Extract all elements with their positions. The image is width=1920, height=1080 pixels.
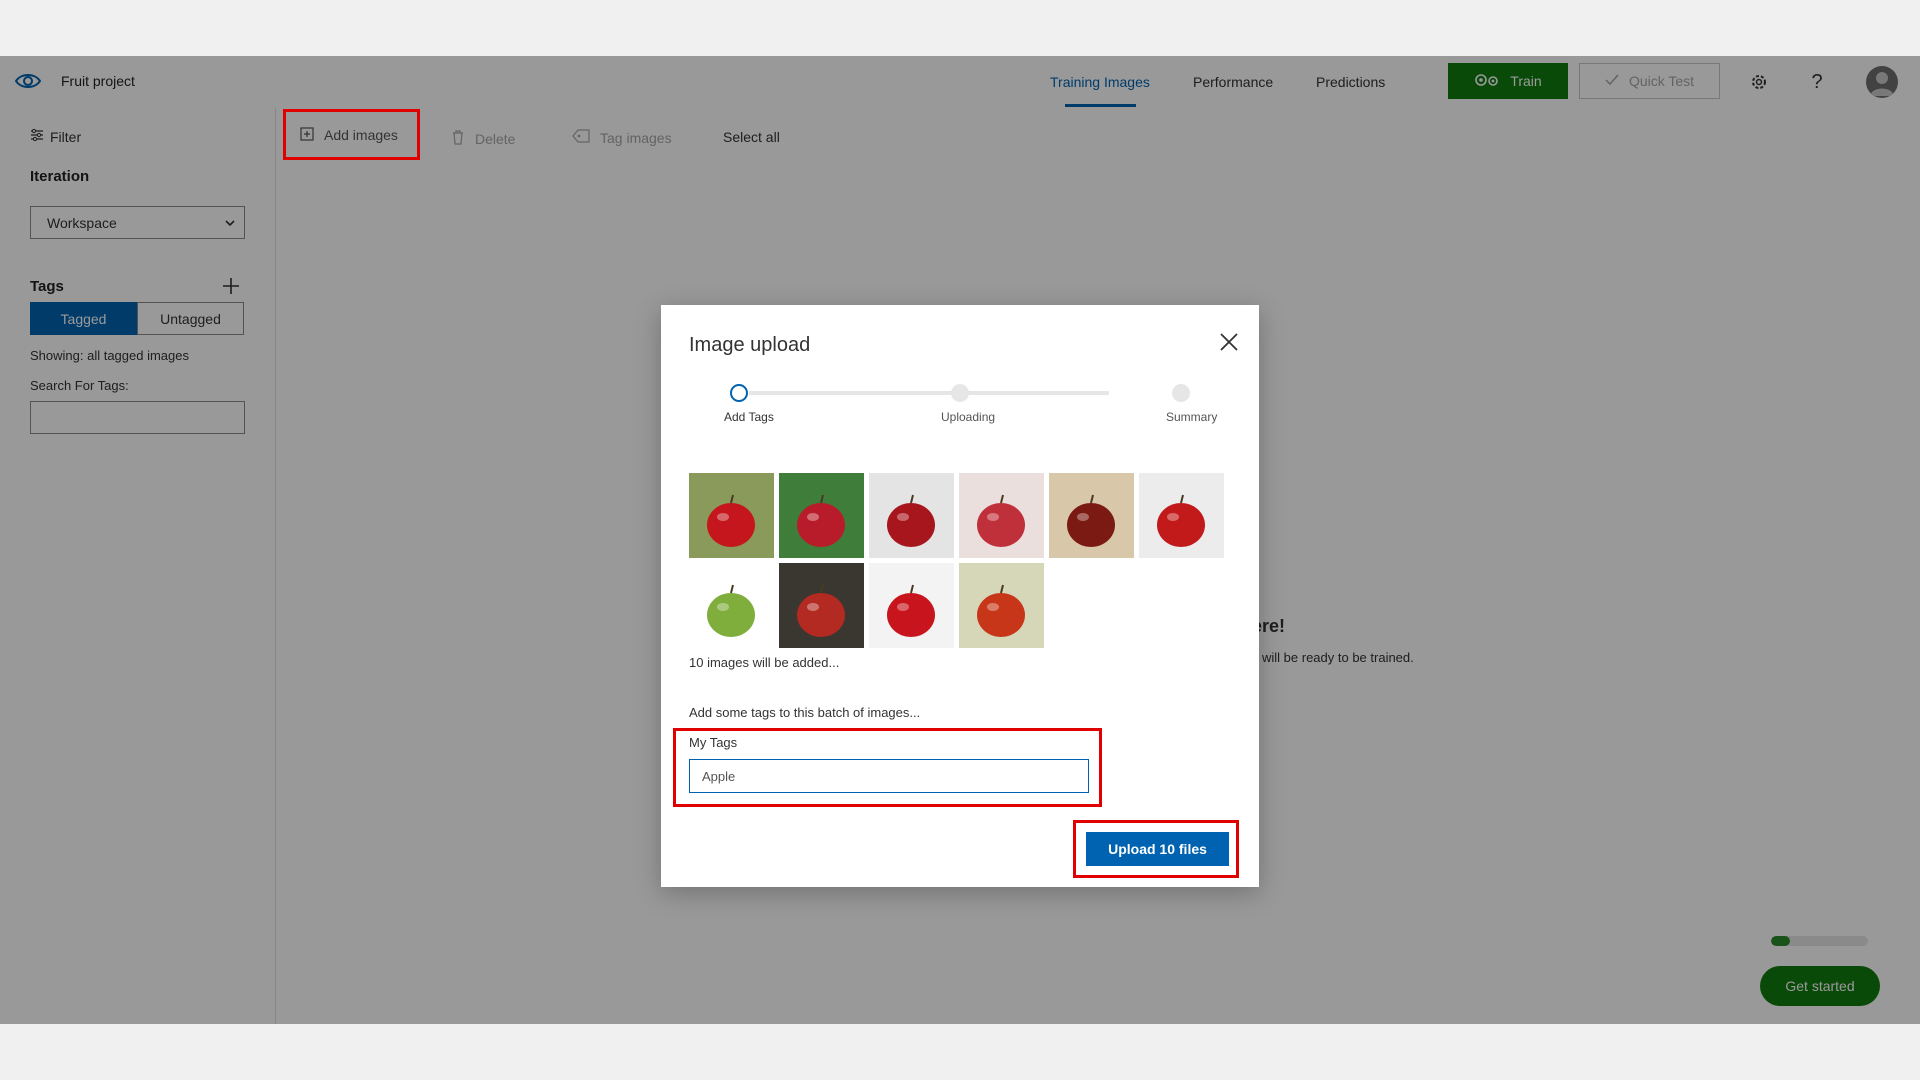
my-tags-input[interactable]: [689, 759, 1089, 793]
my-tags-label: My Tags: [689, 735, 738, 750]
image-thumbnail: [1049, 473, 1134, 558]
image-thumbnail: [689, 473, 774, 558]
step-uploading-label: Uploading: [941, 410, 996, 424]
batch-tags-label: Add some tags to this batch of images...: [689, 705, 921, 720]
image-thumbnail: [959, 563, 1044, 648]
add-images-label: Add images: [324, 127, 398, 143]
step-summary-dot: [1172, 384, 1190, 402]
images-count-note: 10 images will be added...: [689, 655, 840, 670]
modal-overlay: Add images Image upload Add Tags Uploadi…: [0, 56, 1920, 1024]
image-thumbnail: [779, 473, 864, 558]
step-uploading-dot: [951, 384, 969, 402]
image-thumbnail: [869, 473, 954, 558]
add-images-button[interactable]: Add images: [300, 125, 398, 145]
image-upload-dialog: Image upload Add Tags Uploading Summary …: [661, 305, 1259, 887]
close-icon[interactable]: [1218, 331, 1240, 353]
progress-stepper: [749, 391, 1109, 395]
step-add-tags-label: Add Tags: [724, 410, 774, 424]
image-thumbnail: [959, 473, 1044, 558]
dialog-title: Image upload: [689, 334, 811, 356]
image-thumbnail: [689, 563, 774, 648]
step-summary-label: Summary: [1166, 410, 1218, 424]
add-image-icon: [300, 126, 314, 144]
image-thumbnail: [1139, 473, 1224, 558]
upload-files-button[interactable]: Upload 10 files: [1086, 832, 1229, 866]
image-thumbnail: [779, 563, 864, 648]
image-thumbnail: [869, 563, 954, 648]
step-add-tags-dot: [730, 384, 748, 402]
